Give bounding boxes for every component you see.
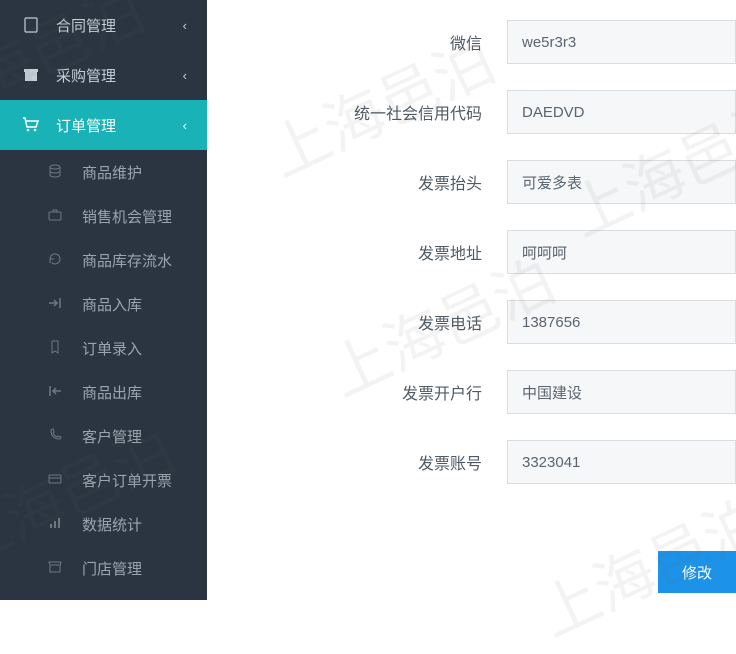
database-icon — [48, 164, 68, 181]
sidebar-subitem-stock-out[interactable]: 商品出库 — [0, 370, 207, 414]
chart-icon — [48, 516, 68, 533]
cart-icon — [20, 116, 42, 134]
sidebar-subitem-customer[interactable]: 客户管理 — [0, 414, 207, 458]
credit-code-input[interactable] — [507, 90, 736, 134]
invoice-phone-input[interactable] — [507, 300, 736, 344]
sidebar: 合同管理 ‹ 采购管理 ‹ 订单管理 ‹ 商品维护 销售机会管理 商品库存流水 — [0, 0, 207, 600]
bottom-bar: 修改 — [207, 544, 736, 600]
box-icon — [20, 67, 42, 83]
form-label: 发票地址 — [207, 240, 507, 264]
sidebar-item-label: 订单管理 — [56, 115, 116, 136]
invoice-account-input[interactable] — [507, 440, 736, 484]
sidebar-subitem-product-maintain[interactable]: 商品维护 — [0, 150, 207, 194]
form-row-invoice-address: 发票地址 — [207, 230, 736, 274]
arrow-out-icon — [48, 384, 68, 401]
submit-button[interactable]: 修改 — [658, 551, 736, 593]
sidebar-subitem-label: 订单录入 — [82, 338, 142, 359]
form-label: 微信 — [207, 30, 507, 54]
briefcase-icon — [48, 208, 68, 225]
sidebar-subitem-label: 商品入库 — [82, 294, 142, 315]
form-row-invoice-phone: 发票电话 — [207, 300, 736, 344]
sidebar-subitem-label: 商品出库 — [82, 382, 142, 403]
form-label: 统一社会信用代码 — [207, 100, 507, 124]
sidebar-subitem-customer-invoice[interactable]: 客户订单开票 — [0, 458, 207, 502]
form-label: 发票开户行 — [207, 380, 507, 404]
sidebar-subitem-store[interactable]: 门店管理 — [0, 546, 207, 590]
invoice-address-input[interactable] — [507, 230, 736, 274]
form-label: 发票账号 — [207, 450, 507, 474]
form-row-invoice-title: 发票抬头 — [207, 160, 736, 204]
chevron-left-icon: ‹ — [183, 18, 187, 33]
document-icon — [20, 17, 42, 33]
chevron-left-icon: ‹ — [183, 68, 187, 83]
form-row-invoice-bank: 发票开户行 — [207, 370, 736, 414]
card-icon — [48, 472, 68, 489]
phone-icon — [48, 428, 68, 445]
sidebar-subitem-label: 客户管理 — [82, 426, 142, 447]
form-label: 发票电话 — [207, 310, 507, 334]
main-content: 微信 统一社会信用代码 发票抬头 发票地址 发票电话 发票开户行 发票账号 修改 — [207, 0, 736, 600]
sidebar-subitem-sales-opportunity[interactable]: 销售机会管理 — [0, 194, 207, 238]
sidebar-subitem-label: 商品维护 — [82, 162, 142, 183]
history-icon — [48, 252, 68, 269]
sidebar-subitem-label: 门店管理 — [82, 558, 142, 579]
sidebar-subitem-stock-flow[interactable]: 商品库存流水 — [0, 238, 207, 282]
sidebar-item-purchase[interactable]: 采购管理 ‹ — [0, 50, 207, 100]
sidebar-item-order[interactable]: 订单管理 ‹ — [0, 100, 207, 150]
form-row-credit-code: 统一社会信用代码 — [207, 90, 736, 134]
sidebar-subitem-label: 销售机会管理 — [82, 206, 172, 227]
store-icon — [48, 560, 68, 577]
form-row-wechat: 微信 — [207, 20, 736, 64]
invoice-title-input[interactable] — [507, 160, 736, 204]
sidebar-item-contract[interactable]: 合同管理 ‹ — [0, 0, 207, 50]
sidebar-subitem-statistics[interactable]: 数据统计 — [0, 502, 207, 546]
sidebar-item-label: 采购管理 — [56, 65, 116, 86]
sidebar-subitem-label: 商品库存流水 — [82, 250, 172, 271]
sidebar-subitem-label: 数据统计 — [82, 514, 142, 535]
sidebar-item-label: 合同管理 — [56, 15, 116, 36]
sidebar-subitem-order-entry[interactable]: 订单录入 — [0, 326, 207, 370]
sidebar-subitem-label: 客户订单开票 — [82, 470, 172, 491]
wechat-input[interactable] — [507, 20, 736, 64]
sidebar-subitem-stock-in[interactable]: 商品入库 — [0, 282, 207, 326]
form-row-invoice-account: 发票账号 — [207, 440, 736, 484]
arrow-in-icon — [48, 296, 68, 313]
bookmark-icon — [48, 340, 68, 357]
invoice-bank-input[interactable] — [507, 370, 736, 414]
chevron-left-icon: ‹ — [183, 118, 187, 133]
form-label: 发票抬头 — [207, 170, 507, 194]
